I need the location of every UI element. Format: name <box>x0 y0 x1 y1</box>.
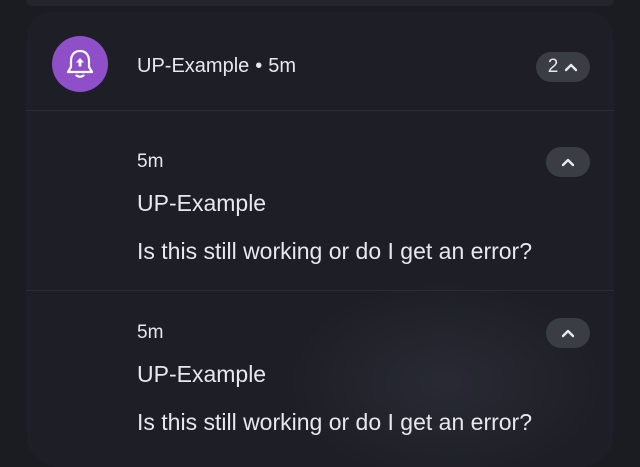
background-glow <box>286 282 606 467</box>
chevron-up-icon <box>561 329 575 338</box>
previous-notification-edge <box>26 0 614 6</box>
notification-count: 2 <box>547 56 559 77</box>
notification-time: 5m <box>137 151 164 172</box>
chevron-up-icon <box>561 158 575 167</box>
notification-time: 5m <box>137 322 164 343</box>
bell-upload-icon <box>66 49 94 78</box>
expand-notification-button[interactable] <box>546 318 590 348</box>
chevron-up-icon <box>565 63 578 72</box>
divider <box>26 110 614 111</box>
collapse-group-button[interactable]: 2 <box>536 52 590 82</box>
app-name: UP-Example <box>137 55 250 77</box>
divider <box>26 290 614 291</box>
app-icon <box>52 36 108 92</box>
notification-body: Is this still working or do I get an err… <box>137 409 532 435</box>
group-header: UP-Example • 5m <box>137 55 296 78</box>
notification-title: UP-Example <box>137 190 267 216</box>
header-time: 5m <box>268 55 297 77</box>
notification-body: Is this still working or do I get an err… <box>137 238 532 264</box>
notification-group[interactable]: UP-Example • 5m 2 5m UP-Example Is this st… <box>26 12 614 467</box>
notification-title: UP-Example <box>137 361 267 387</box>
header-separator: • <box>255 55 263 77</box>
expand-notification-button[interactable] <box>546 147 590 177</box>
